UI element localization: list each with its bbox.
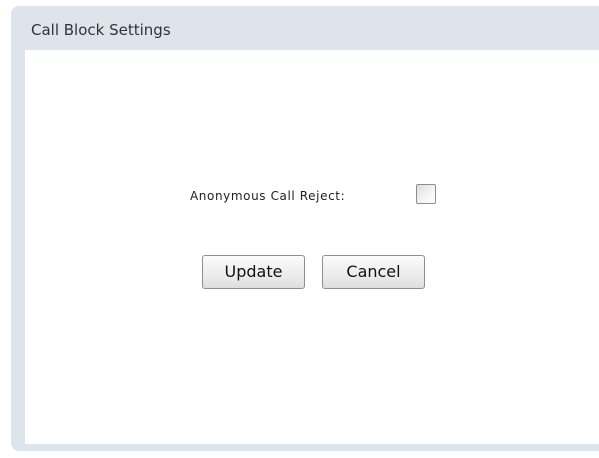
- panel-body: Anonymous Call Reject: Update Cancel: [25, 50, 599, 444]
- call-block-settings-panel: Call Block Settings Anonymous Call Rejec…: [11, 6, 599, 451]
- cancel-button[interactable]: Cancel: [322, 255, 425, 289]
- anonymous-call-reject-checkbox[interactable]: [416, 184, 436, 204]
- panel-title: Call Block Settings: [31, 21, 171, 39]
- anonymous-call-reject-row: Anonymous Call Reject:: [25, 184, 599, 208]
- update-button[interactable]: Update: [202, 255, 305, 289]
- anonymous-call-reject-label: Anonymous Call Reject:: [190, 189, 346, 203]
